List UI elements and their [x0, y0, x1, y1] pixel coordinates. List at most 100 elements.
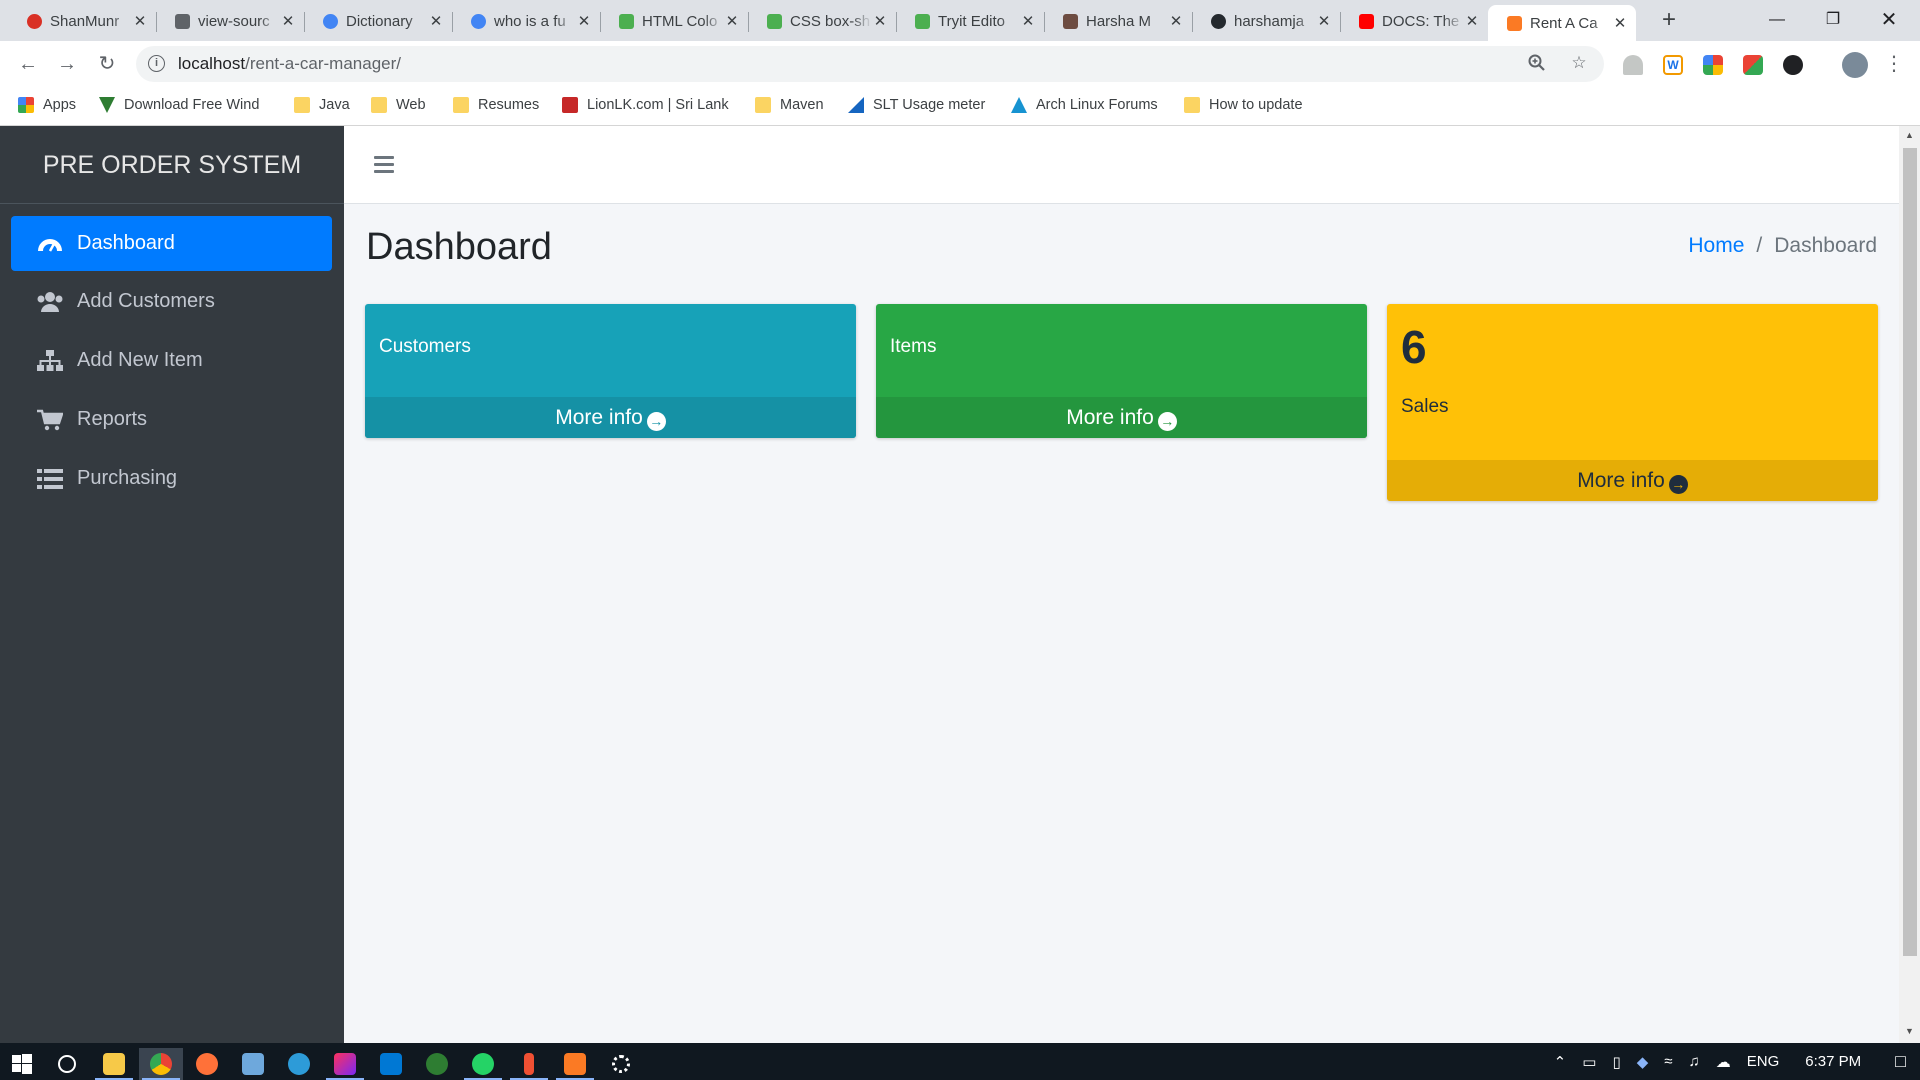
colorful-extension-icon[interactable] [1703, 55, 1723, 75]
site-info-icon[interactable]: i [148, 55, 165, 72]
cortana-search-icon[interactable] [45, 1048, 89, 1080]
forward-button[interactable]: → [53, 50, 81, 78]
address-bar[interactable]: i localhost/rent-a-car-manager/ ☆ [136, 46, 1604, 82]
bluetooth-icon[interactable]: ◆ [1637, 1053, 1649, 1071]
minimize-button[interactable]: — [1754, 0, 1800, 40]
tab-close-icon[interactable]: ✕ [428, 12, 444, 30]
scroll-thumb[interactable] [1903, 148, 1917, 956]
tab-close-icon[interactable]: ✕ [1020, 12, 1036, 30]
browser-tab[interactable]: DOCS: The ✕ [1340, 5, 1488, 37]
bookmark-item[interactable]: Apps [18, 88, 76, 122]
url-text[interactable]: localhost/rent-a-car-manager/ [178, 54, 401, 74]
bookmark-star-icon[interactable]: ☆ [1568, 53, 1590, 75]
browser-tab[interactable]: view-sourc ✕ [156, 5, 304, 37]
tab-close-icon[interactable]: ✕ [280, 12, 296, 30]
bookmark-item[interactable]: LionLK.com | Sri Lank [562, 88, 729, 122]
lionlk-icon [562, 97, 578, 113]
avatar-icon [1062, 13, 1078, 29]
bookmark-item[interactable]: Web [371, 88, 426, 122]
cloud-extension-icon[interactable] [1623, 55, 1643, 75]
vscode-icon[interactable] [369, 1048, 413, 1080]
more-info-link[interactable]: More info → [1387, 460, 1878, 501]
scroll-down-arrow[interactable]: ▼ [1899, 1026, 1920, 1036]
bookmark-item[interactable]: Resumes [453, 88, 539, 122]
tab-close-icon[interactable]: ✕ [576, 12, 592, 30]
sidebar-item-dashboard[interactable]: Dashboard [11, 216, 332, 271]
bookmark-label: Maven [780, 97, 824, 113]
sidebar-item-add-customers[interactable]: Add Customers [11, 274, 332, 329]
more-info-link[interactable]: More info → [365, 397, 856, 438]
bookmark-item[interactable]: How to update [1184, 88, 1303, 122]
breadcrumb-separator: / [1756, 234, 1763, 257]
w-extension-icon[interactable]: W [1663, 55, 1683, 75]
bookmark-item[interactable]: Java [294, 88, 350, 122]
browser-tab[interactable]: Harsha M ✕ [1044, 5, 1192, 37]
brand-title[interactable]: PRE ORDER SYSTEM [0, 126, 344, 204]
google-icon [322, 13, 338, 29]
browser-tab[interactable]: HTML Colo ✕ [600, 5, 748, 37]
zoom-icon[interactable] [1526, 53, 1548, 75]
bookmark-item[interactable]: SLT Usage meter [848, 88, 985, 122]
tab-close-icon[interactable]: ✕ [724, 12, 740, 30]
wifi-icon[interactable]: ≈ [1664, 1053, 1672, 1070]
new-tab-button[interactable]: + [1656, 6, 1682, 34]
tab-close-icon[interactable]: ✕ [1168, 12, 1184, 30]
more-info-link[interactable]: More info → [876, 397, 1367, 438]
reload-button[interactable]: ↻ [93, 50, 121, 78]
battery-icon[interactable]: ▭ [1582, 1053, 1596, 1071]
tab-close-icon[interactable]: ✕ [132, 12, 148, 30]
notification-icon[interactable]: □ [1895, 1051, 1906, 1072]
browser-tab[interactable]: Dictionary ✕ [304, 5, 452, 37]
browser-menu-icon[interactable]: ⋮ [1880, 50, 1908, 78]
tab-title: HTML Colo [642, 12, 718, 30]
tab-close-icon[interactable]: ✕ [1612, 14, 1628, 32]
restore-button[interactable]: ❐ [1810, 0, 1856, 40]
green-app-icon[interactable] [415, 1048, 459, 1080]
browser-tab[interactable]: Rent A Ca ✕ [1488, 5, 1636, 41]
settings-gear-icon[interactable] [599, 1048, 643, 1080]
sidebar-item-purchasing[interactable]: Purchasing [11, 451, 332, 506]
tab-close-icon[interactable]: ✕ [872, 12, 888, 30]
profile-avatar[interactable] [1842, 52, 1868, 78]
tab-close-icon[interactable]: ✕ [1464, 12, 1480, 30]
start-button[interactable] [0, 1048, 44, 1080]
clock[interactable]: 6:37 PM [1805, 1053, 1861, 1070]
scroll-up-arrow[interactable]: ▲ [1899, 130, 1920, 140]
virtualbox-icon[interactable] [231, 1048, 275, 1080]
back-button[interactable]: ← [14, 50, 42, 78]
browser-tab[interactable]: CSS box-sh ✕ [748, 5, 896, 37]
page-scrollbar[interactable]: ▲ ▼ [1899, 126, 1920, 1043]
volume-icon[interactable]: ♫ [1688, 1053, 1699, 1070]
xampp-icon[interactable] [553, 1048, 597, 1080]
bookmark-item[interactable]: Arch Linux Forums [1011, 88, 1158, 122]
file-explorer-icon[interactable] [92, 1048, 136, 1080]
breadcrumb-home-link[interactable]: Home [1688, 234, 1744, 257]
tab-title: who is a fu [494, 12, 566, 30]
browser-tab[interactable]: who is a fu ✕ [452, 5, 600, 37]
firefox-icon[interactable] [185, 1048, 229, 1080]
bookmark-item[interactable]: Maven [755, 88, 824, 122]
network-tool-icon[interactable] [277, 1048, 321, 1080]
whatsapp-icon[interactable] [461, 1048, 505, 1080]
browser-tab[interactable]: harshamja ✕ [1192, 5, 1340, 37]
search-extension-icon[interactable] [1783, 55, 1803, 75]
git-tool-icon[interactable] [507, 1048, 551, 1080]
browser-tab[interactable]: ShanMunr ✕ [8, 5, 156, 37]
tab-close-icon[interactable]: ✕ [1316, 12, 1332, 30]
onedrive-icon[interactable]: ☁ [1716, 1053, 1731, 1071]
color-picker-extension-icon[interactable] [1743, 55, 1763, 75]
sidebar-item-add-new-item[interactable]: Add New Item [11, 333, 332, 388]
chrome-taskbar-icon[interactable] [139, 1048, 183, 1080]
shanmuni-icon [26, 13, 42, 29]
sidebar-item-reports[interactable]: Reports [11, 392, 332, 447]
bookmark-item[interactable]: Download Free Wind [99, 88, 259, 122]
breadcrumb: Home / Dashboard [1688, 234, 1877, 258]
show-hidden-icons-icon[interactable]: ⌃ [1554, 1053, 1567, 1071]
browser-tab[interactable]: Tryit Edito ✕ [896, 5, 1044, 37]
usb-icon[interactable]: ▯ [1612, 1053, 1620, 1071]
sidebar-item-label: Reports [77, 408, 148, 430]
menu-toggle-icon[interactable] [374, 156, 394, 177]
language-indicator[interactable]: ENG [1747, 1053, 1780, 1070]
intellij-icon[interactable] [323, 1048, 367, 1080]
close-window-button[interactable]: ✕ [1866, 0, 1912, 40]
